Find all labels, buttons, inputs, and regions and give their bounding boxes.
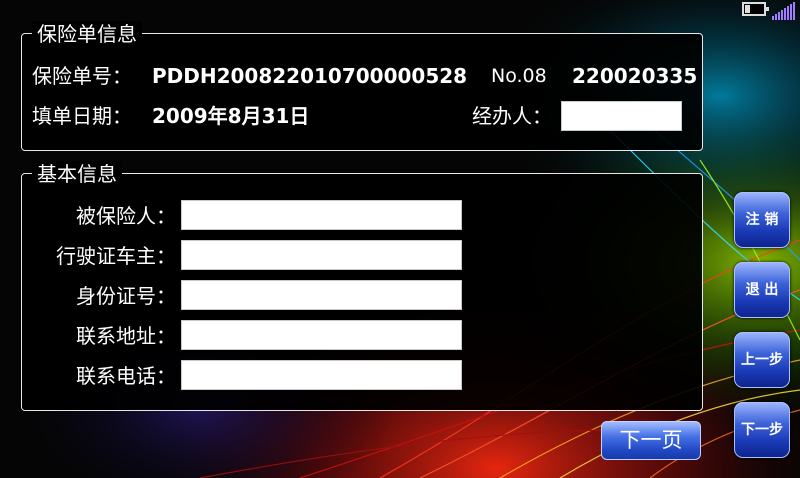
fill-date-label: 填单日期： [32, 104, 132, 128]
signal-strength-icon [772, 2, 798, 20]
id-number-field[interactable] [181, 280, 462, 310]
insured-name-label: 被保险人： [76, 204, 176, 228]
phone-label: 联系电话： [76, 364, 176, 388]
policy-number-value: PDDH200822010700000528 [152, 64, 468, 88]
license-owner-field[interactable] [181, 240, 462, 270]
battery-level-fill [745, 5, 750, 13]
fill-date-value: 2009年8月31日 [152, 104, 310, 128]
policy-number-label: 保险单号： [32, 64, 132, 88]
policy-info-legend: 保险单信息 [32, 21, 142, 47]
agent-label: 经办人： [472, 104, 552, 128]
next-step-button[interactable]: 下一步 [734, 402, 790, 458]
policy-info-panel: 保险单信息 [21, 21, 703, 151]
serial-no-value: 220020335 [572, 64, 698, 88]
battery-icon [742, 2, 769, 16]
exit-button[interactable]: 退 出 [734, 262, 790, 318]
logout-button[interactable]: 注 销 [734, 192, 790, 248]
address-label: 联系地址： [76, 324, 176, 348]
address-field[interactable] [181, 320, 462, 350]
id-number-label: 身份证号： [76, 284, 176, 308]
license-owner-label: 行驶证车主： [56, 244, 176, 268]
basic-info-legend: 基本信息 [32, 161, 122, 187]
next-page-button[interactable]: 下一页 [601, 421, 701, 460]
agent-field[interactable] [561, 101, 682, 131]
prev-step-button[interactable]: 上一步 [734, 332, 790, 388]
battery-tip [766, 7, 769, 11]
phone-field[interactable] [181, 360, 462, 390]
insured-name-field[interactable] [181, 200, 462, 230]
serial-no-label: No.08 [491, 65, 547, 87]
